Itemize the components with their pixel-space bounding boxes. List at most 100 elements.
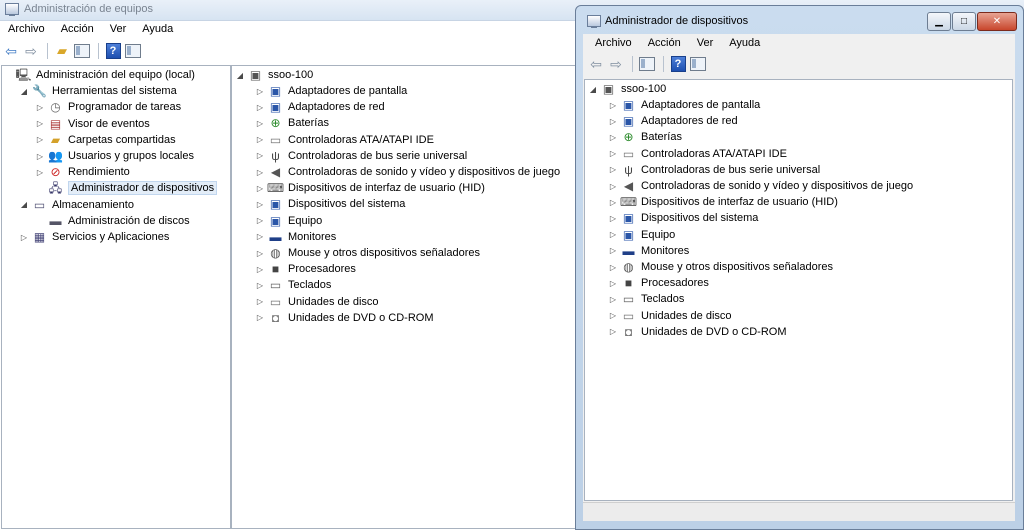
collapsed-arrow-icon[interactable]: ▷	[609, 182, 617, 191]
collapsed-arrow-icon[interactable]: ▷	[256, 200, 264, 209]
tree-item[interactable]: ▷ ◷ Programador de tareas	[36, 99, 181, 115]
tree-item[interactable]: ▷ ▣ Dispositivos del sistema	[609, 210, 758, 226]
show-hide-tree-icon[interactable]	[73, 42, 91, 60]
properties-icon[interactable]	[689, 55, 707, 73]
tree-item[interactable]: ▷ ▣ Dispositivos del sistema	[256, 196, 405, 212]
tree-item[interactable]: ▷ ⊕ Baterías	[609, 129, 682, 145]
collapsed-arrow-icon[interactable]: ▷	[36, 152, 44, 161]
tree-item[interactable]: 🖧 Administrador de dispositivos	[36, 180, 218, 196]
collapsed-arrow-icon[interactable]: ▷	[609, 263, 617, 272]
collapsed-arrow-icon[interactable]: ▷	[36, 168, 44, 177]
collapsed-arrow-icon[interactable]: ▷	[256, 313, 264, 322]
tree-item[interactable]: ▷ ▣ Adaptadores de pantalla	[609, 97, 760, 113]
tree-item[interactable]: ▷ ▣ Adaptadores de red	[256, 99, 385, 115]
close-button[interactable]: ✕	[977, 12, 1017, 31]
up-folder-icon[interactable]: ▰	[53, 42, 71, 60]
collapsed-arrow-icon[interactable]: ▷	[256, 151, 264, 160]
expanded-arrow-icon[interactable]: ◢	[20, 87, 28, 96]
tree-item[interactable]: ▷ ⊘ Rendimiento	[36, 164, 130, 180]
tree-item[interactable]: ▷ ▰ Carpetas compartidas	[36, 132, 176, 148]
collapsed-arrow-icon[interactable]: ▷	[609, 327, 617, 336]
tree-item[interactable]: ▷ ▭ Teclados	[256, 277, 332, 293]
collapsed-arrow-icon[interactable]: ▷	[256, 216, 264, 225]
tree-item[interactable]: ◢ ▭ Almacenamiento	[20, 197, 134, 213]
tree-item[interactable]: ▷ ⌨ Dispositivos de interfaz de usuario (H…	[609, 194, 838, 210]
back-arrow-icon[interactable]: ⇦	[2, 42, 20, 60]
tree-item[interactable]: ▷ ▭ Unidades de disco	[256, 294, 379, 310]
tree-item[interactable]: ▷ ▣ Adaptadores de pantalla	[256, 83, 407, 99]
tree-item[interactable]: ▷ ▤ Visor de eventos	[36, 116, 150, 132]
collapsed-arrow-icon[interactable]: ▷	[609, 101, 617, 110]
tree-item[interactable]: ▷ ▬ Monitores	[609, 243, 689, 259]
collapsed-arrow-icon[interactable]: ▷	[609, 198, 617, 207]
collapsed-arrow-icon[interactable]: ▷	[20, 233, 28, 242]
tree-item[interactable]: ▷ ▭ Teclados	[609, 291, 685, 307]
help-icon[interactable]: ?	[104, 42, 122, 60]
tree-item[interactable]: ▷ ▬ Monitores	[256, 229, 336, 245]
help-icon[interactable]: ?	[669, 55, 687, 73]
menu-archivo[interactable]: Archivo	[587, 34, 640, 52]
menu-archivo[interactable]: Archivo	[0, 20, 53, 38]
collapsed-arrow-icon[interactable]: ▷	[256, 135, 264, 144]
menu-accin[interactable]: Acción	[640, 34, 689, 52]
collapsed-arrow-icon[interactable]: ▷	[256, 249, 264, 258]
tree-item[interactable]: 🖳 Administración del equipo (local)	[4, 67, 195, 83]
tree-item[interactable]: ▷ ◀ Controladoras de sonido y vídeo y disp…	[256, 164, 560, 180]
tree-item[interactable]: ▷ ▭ Controladoras ATA/ATAPI IDE	[256, 132, 434, 148]
collapsed-arrow-icon[interactable]: ▷	[609, 117, 617, 126]
collapsed-arrow-icon[interactable]: ▷	[256, 184, 264, 193]
forward-arrow-icon[interactable]: ⇨	[607, 55, 625, 73]
tree-item[interactable]: ▷ ▭ Controladoras ATA/ATAPI IDE	[609, 146, 787, 162]
collapsed-arrow-icon[interactable]: ▷	[256, 87, 264, 96]
tree-item[interactable]: ▷ ◍ Mouse y otros dispositivos señaladores	[609, 259, 833, 275]
menu-ver[interactable]: Ver	[689, 34, 722, 52]
menu-ver[interactable]: Ver	[102, 20, 135, 38]
forward-arrow-icon[interactable]: ⇨	[22, 42, 40, 60]
collapsed-arrow-icon[interactable]: ▷	[609, 311, 617, 320]
tree-item[interactable]: ▷ ■ Procesadores	[609, 275, 709, 291]
collapsed-arrow-icon[interactable]: ▷	[609, 214, 617, 223]
collapsed-arrow-icon[interactable]: ▷	[256, 265, 264, 274]
tree-item[interactable]: ▷ ◍ Mouse y otros dispositivos señaladores	[256, 245, 480, 261]
collapsed-arrow-icon[interactable]: ▷	[609, 149, 617, 158]
tree-item[interactable]: ▷ ◀ Controladoras de sonido y vídeo y disp…	[609, 178, 913, 194]
collapsed-arrow-icon[interactable]: ▷	[256, 297, 264, 306]
tree-item[interactable]: ▷ ◘ Unidades de DVD o CD-ROM	[609, 324, 787, 340]
collapsed-arrow-icon[interactable]: ▷	[256, 119, 264, 128]
expanded-arrow-icon[interactable]: ◢	[589, 85, 597, 94]
menu-ayuda[interactable]: Ayuda	[134, 20, 181, 38]
collapsed-arrow-icon[interactable]: ▷	[36, 135, 44, 144]
tree-item[interactable]: ▷ ◘ Unidades de DVD o CD-ROM	[256, 310, 434, 326]
collapsed-arrow-icon[interactable]: ▷	[609, 133, 617, 142]
show-hide-tree-icon[interactable]	[638, 55, 656, 73]
collapsed-arrow-icon[interactable]: ▷	[256, 168, 264, 177]
collapsed-arrow-icon[interactable]: ▷	[609, 230, 617, 239]
collapsed-arrow-icon[interactable]: ▷	[609, 246, 617, 255]
tree-item[interactable]: ▷ ψ Controladoras de bus serie universal	[256, 148, 467, 164]
tree-item[interactable]: ▷ ▭ Unidades de disco	[609, 308, 732, 324]
menu-ayuda[interactable]: Ayuda	[721, 34, 768, 52]
properties-icon[interactable]	[124, 42, 142, 60]
tree-item[interactable]: ▷ ▣ Equipo	[256, 213, 322, 229]
menu-accin[interactable]: Acción	[53, 20, 102, 38]
tree-item[interactable]: ▷ ▣ Adaptadores de red	[609, 113, 738, 129]
tree-item[interactable]: ▷ ■ Procesadores	[256, 261, 356, 277]
back-arrow-icon[interactable]: ⇦	[587, 55, 605, 73]
tree-item[interactable]: ▷ ⌨ Dispositivos de interfaz de usuario (H…	[256, 180, 485, 196]
collapsed-arrow-icon[interactable]: ▷	[36, 103, 44, 112]
tree-item[interactable]: ▷ 👥 Usuarios y grupos locales	[36, 148, 194, 164]
tree-item[interactable]: ◢ ▣ ssoo-100	[236, 67, 313, 83]
tree-item[interactable]: ◢ 🔧 Herramientas del sistema	[20, 83, 177, 99]
collapsed-arrow-icon[interactable]: ▷	[609, 295, 617, 304]
tree-item[interactable]: ▬ Administración de discos	[36, 213, 190, 229]
collapsed-arrow-icon[interactable]: ▷	[609, 279, 617, 288]
collapsed-arrow-icon[interactable]: ▷	[36, 119, 44, 128]
expanded-arrow-icon[interactable]: ◢	[20, 200, 28, 209]
collapsed-arrow-icon[interactable]: ▷	[256, 232, 264, 241]
expanded-arrow-icon[interactable]: ◢	[236, 71, 244, 80]
collapsed-arrow-icon[interactable]: ▷	[256, 103, 264, 112]
tree-item[interactable]: ▷ ▦ Servicios y Aplicaciones	[20, 229, 169, 245]
collapsed-arrow-icon[interactable]: ▷	[256, 281, 264, 290]
tree-item[interactable]: ▷ ▣ Equipo	[609, 227, 675, 243]
collapsed-arrow-icon[interactable]: ▷	[609, 165, 617, 174]
